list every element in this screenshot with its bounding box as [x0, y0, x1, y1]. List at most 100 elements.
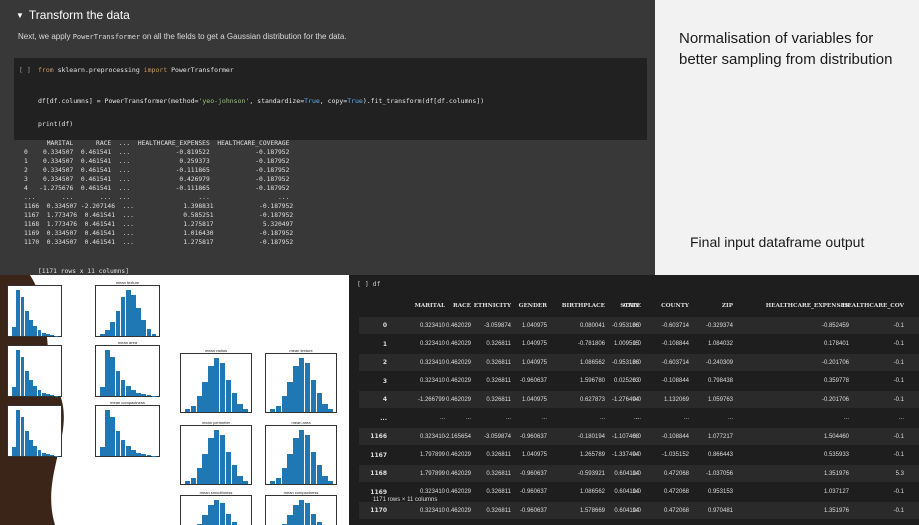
histogram-bar	[316, 393, 322, 412]
histogram-bar	[202, 454, 208, 484]
histogram-bar	[41, 452, 46, 456]
df-cell: -0.240309	[705, 359, 733, 366]
df-cell: -0.960637	[519, 378, 547, 384]
df-cell: 0.0	[632, 452, 641, 458]
df-cell: ...	[465, 415, 471, 421]
histogram-bar	[237, 403, 243, 412]
df-cell: 0.326811	[486, 452, 511, 458]
df-cell: 0.798438	[707, 378, 733, 384]
df-column-header: COUNTY	[661, 303, 689, 309]
histogram-bar	[37, 390, 42, 396]
df-cell: 0.0	[632, 341, 641, 347]
histogram-plot	[265, 425, 337, 485]
histogram-bar	[29, 439, 33, 456]
histogram-bar	[46, 334, 50, 336]
histogram-bar	[110, 356, 116, 396]
histogram-plot	[95, 405, 160, 457]
histogram-bar	[33, 325, 38, 336]
histogram-bar	[20, 356, 25, 396]
df-cell: 0.953153	[707, 489, 733, 495]
df-cell: 1.077217	[707, 433, 733, 440]
histogram-bar	[50, 455, 55, 456]
histogram-bar	[304, 503, 311, 525]
df-cell: 1.265789	[579, 452, 605, 458]
histogram-bar	[20, 296, 25, 336]
histogram-bar	[328, 409, 334, 412]
output-row: 2 0.334507 0.461541 ... -0.111865 -0.187…	[24, 167, 290, 174]
histogram-bar	[141, 319, 147, 336]
code-cell[interactable]: [ ] from sklearn.preprocessing import Po…	[14, 58, 647, 140]
df-column-header: HEALTHCARE_COV	[842, 303, 904, 309]
df-row-index: 1169	[370, 488, 387, 496]
histogram-bar	[136, 452, 141, 456]
histogram-bar	[293, 366, 299, 412]
df-cell: -1.035152	[661, 452, 689, 458]
df-cell: -0.1	[893, 396, 904, 403]
histogram-bar	[310, 451, 317, 484]
df-cell: -0.1	[893, 452, 904, 458]
df-row: 2 0.323410 0.462029 0.326811 1.040975 1.08656…	[359, 354, 919, 371]
section-title: Transform the data	[28, 8, 130, 22]
histogram-bar	[214, 430, 220, 484]
df-cell: -0.960637	[519, 507, 547, 514]
histogram-panel: mean texture mean area mean compactness mea…	[0, 275, 352, 525]
description-post: on all the fields to get a Gaussian dist…	[140, 32, 347, 41]
df-cell-prompt[interactable]: [ ] df	[357, 280, 380, 288]
cell-prompt[interactable]: [ ]	[19, 66, 31, 74]
keyword-import: import	[143, 66, 168, 74]
df-cell: 1.040975	[521, 341, 547, 347]
histogram-plot	[7, 285, 62, 337]
df-cell: -3.059874	[483, 433, 511, 440]
histogram-bar	[12, 386, 16, 396]
histogram-plot	[180, 425, 252, 485]
histogram-bar	[131, 450, 136, 456]
description-pre: Next, we apply	[18, 32, 73, 41]
df-cell: 0.462029	[445, 378, 471, 384]
histogram-bar	[225, 379, 232, 412]
histogram-bar	[202, 515, 208, 525]
collapse-caret-icon[interactable]: ▼	[16, 11, 24, 20]
df-column-header: GENDER	[518, 303, 547, 309]
histogram-bar	[125, 290, 131, 336]
histogram-plot	[180, 495, 252, 525]
histogram-bar	[281, 395, 287, 412]
histogram-bar	[33, 445, 38, 456]
df-column-header: RACE	[452, 303, 471, 309]
histogram-bar	[24, 430, 29, 456]
output-row: 4 -1.275676 0.461541 ... -0.111865 -0.18…	[24, 185, 290, 192]
histogram-bar	[100, 446, 105, 456]
description-text: Next, we apply PowerTransformer on all t…	[18, 32, 347, 41]
code-seg: , standardize=	[249, 97, 305, 105]
section-header[interactable]: ▼ Transform the data	[16, 8, 130, 22]
histogram-bar	[214, 500, 220, 525]
df-row: 4 -1.266799 0.462029 0.326811 1.040975 0.6278…	[359, 391, 919, 408]
slide-panel: Normalisation of variables for better sa…	[655, 0, 919, 278]
histogram-bar	[24, 370, 29, 396]
histogram-bar	[146, 455, 152, 456]
histogram-bar	[237, 475, 243, 484]
histogram-bar	[270, 481, 276, 484]
df-cell: 0.462029	[445, 396, 471, 403]
df-cell: 0.462029	[445, 489, 471, 495]
histogram-bar	[115, 370, 121, 396]
output-row: 3 0.334507 0.461541 ... 0.426979 -0.1879…	[24, 176, 290, 183]
dataframe-cell: [ ] df MARITAL RACE ETHNICITY GENDER BIRTHPL…	[349, 275, 919, 525]
histogram-title: mean area	[291, 420, 311, 425]
histogram-bar	[202, 382, 208, 412]
df-cell: 1.132069	[663, 396, 689, 403]
df-row-index: 2	[382, 359, 387, 366]
histogram-bar	[41, 332, 46, 336]
histogram-bar	[24, 310, 29, 336]
histogram-bar	[225, 451, 232, 484]
histogram-bar	[304, 363, 311, 412]
histogram-bar	[105, 350, 110, 396]
histogram-bar	[287, 515, 293, 525]
df-cell: 0.866443	[707, 452, 733, 458]
description-code: PowerTransformer	[72, 33, 141, 41]
df-cell: -0.603714	[661, 359, 689, 366]
histogram-bar	[120, 439, 126, 456]
histogram-bar	[151, 333, 157, 336]
histogram-bar	[328, 481, 334, 484]
df-cell: 0.0	[632, 470, 641, 477]
df-row: 1170 0.323410 0.462029 0.326811 -0.960637 1.5…	[359, 502, 919, 519]
